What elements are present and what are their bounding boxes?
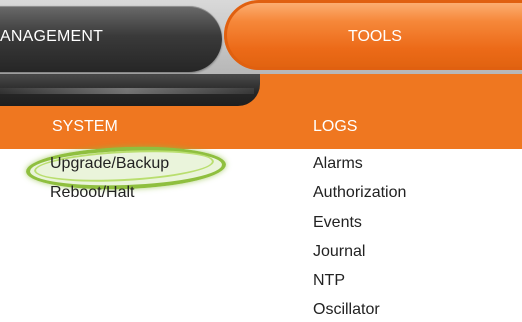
logs-heading: LOGS — [313, 118, 358, 135]
underbar-shine — [0, 88, 254, 94]
tab-management-label[interactable]: ANAGEMENT — [0, 28, 103, 46]
menu-item-events[interactable]: Events — [313, 214, 362, 232]
menu-item-journal[interactable]: Journal — [313, 243, 365, 261]
menu-item-ntp[interactable]: NTP — [313, 272, 345, 290]
menu-item-authorization[interactable]: Authorization — [313, 184, 406, 202]
menu-item-upgrade-backup[interactable]: Upgrade/Backup — [50, 155, 169, 173]
system-heading: SYSTEM — [52, 118, 118, 135]
menu-item-oscillator[interactable]: Oscillator — [313, 301, 380, 319]
menu-item-alarms[interactable]: Alarms — [313, 155, 363, 173]
tab-tools-label[interactable]: TOOLS — [348, 28, 402, 46]
menu-item-reboot-halt[interactable]: Reboot/Halt — [50, 184, 135, 202]
